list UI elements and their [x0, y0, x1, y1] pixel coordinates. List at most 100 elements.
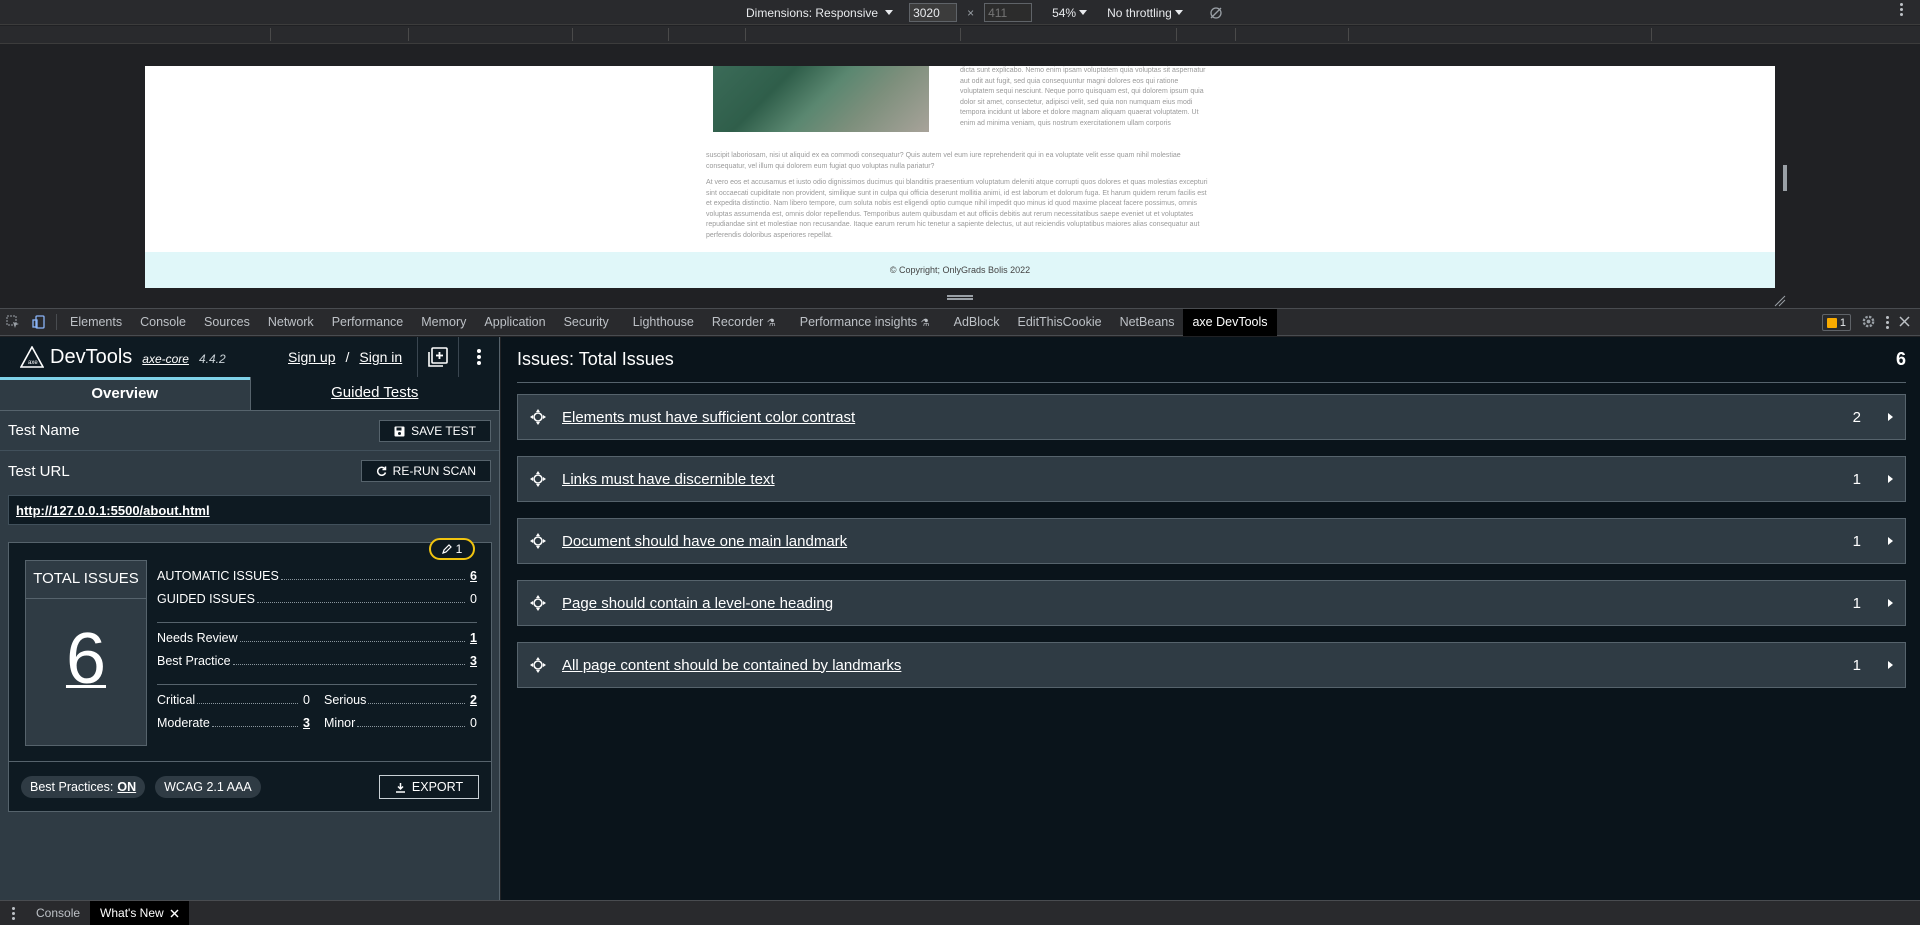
axe-tabs: Overview Guided Tests — [0, 377, 499, 411]
resize-handle-bottom[interactable] — [947, 295, 973, 300]
highlight-target-icon[interactable] — [518, 395, 558, 439]
throttle-dropdown[interactable]: No throttling — [1107, 6, 1183, 20]
highlight-target-icon[interactable] — [518, 457, 558, 501]
page-image — [713, 66, 929, 132]
stat-value[interactable]: 3 — [469, 654, 477, 668]
chevron-right-icon — [1875, 599, 1905, 607]
customize-menu-icon[interactable] — [1886, 316, 1889, 329]
pencil-icon — [441, 544, 452, 554]
issues-panel: Issues: Total Issues 6 Elements must hav… — [501, 337, 1920, 900]
tab-axe-devtools[interactable]: axe DevTools — [1183, 308, 1277, 336]
tab-lighthouse[interactable]: Lighthouse — [624, 309, 703, 336]
height-input[interactable] — [984, 3, 1033, 22]
tab-application[interactable]: Application — [475, 309, 554, 336]
close-icon[interactable] — [170, 909, 179, 918]
test-url-label: Test URL — [8, 462, 70, 480]
issues-badge[interactable]: 1 — [1821, 314, 1851, 331]
drawer-tab-console[interactable]: Console — [26, 901, 90, 925]
page-text-right: dicta sunt explicabo. Nemo enim ipsam vo… — [960, 67, 1206, 127]
inspect-element-icon[interactable] — [0, 309, 26, 335]
stat-moderate: Moderate 3 — [157, 716, 310, 739]
issue-title[interactable]: Page should contain a level-one heading — [558, 595, 1841, 612]
settings-gear-icon[interactable] — [1861, 314, 1876, 332]
tab-memory[interactable]: Memory — [412, 309, 475, 336]
tab-editthiscookie[interactable]: EditThisCookie — [1009, 309, 1111, 336]
resize-handle-right[interactable] — [1783, 165, 1787, 191]
tab-netbeans[interactable]: NetBeans — [1111, 309, 1184, 336]
stat-guided: GUIDED ISSUES 0 — [157, 592, 477, 615]
issue-stats: AUTOMATIC ISSUES 6 GUIDED ISSUES 0 Needs R… — [157, 569, 477, 739]
issue-row[interactable]: Document should have one main landmark 1 — [517, 518, 1906, 564]
test-url-link[interactable]: http://127.0.0.1:5500/about.html — [16, 503, 210, 518]
device-toolbar: Dimensions: Responsive × 54% No throttli… — [0, 0, 1920, 25]
wcag-pill[interactable]: WCAG 2.1 AAA — [155, 775, 261, 798]
rerun-scan-button[interactable]: RE-RUN SCAN — [360, 460, 491, 482]
tab-network[interactable]: Network — [259, 309, 323, 336]
tab-recorder[interactable]: Recorder ⚗ — [703, 309, 785, 336]
save-test-label: SAVE TEST — [411, 424, 476, 438]
tab-adblock[interactable]: AdBlock — [945, 309, 1009, 336]
stat-label: Minor — [324, 716, 356, 730]
dimensions-dropdown[interactable]: Dimensions: Responsive — [746, 6, 894, 20]
more-options-icon[interactable] — [1898, 3, 1904, 16]
stat-label: Best Practice — [157, 654, 231, 668]
stat-value[interactable]: 2 — [469, 693, 477, 707]
issue-row[interactable]: Links must have discernible text 1 — [517, 456, 1906, 502]
best-practices-pill[interactable]: Best Practices: ON — [21, 775, 146, 798]
stat-needs-review: Needs Review 1 — [157, 631, 477, 654]
issue-title[interactable]: Document should have one main landmark — [558, 533, 1841, 550]
stat-value: 0 — [470, 716, 477, 730]
pencil-badge[interactable]: 1 — [429, 538, 475, 560]
stat-value[interactable]: 3 — [302, 716, 310, 730]
tab-console[interactable]: Console — [131, 309, 195, 336]
tab-security[interactable]: Security — [555, 309, 618, 336]
issues-count: 1 — [1839, 316, 1846, 329]
issue-row[interactable]: All page content should be contained by … — [517, 642, 1906, 688]
sign-up-link[interactable]: Sign up — [288, 349, 335, 365]
test-url-row: Test URL RE-RUN SCAN — [0, 451, 499, 491]
stat-label: GUIDED ISSUES — [157, 592, 255, 606]
tab-performance[interactable]: Performance — [323, 309, 413, 336]
device-toggle-icon[interactable] — [26, 309, 52, 335]
issue-row[interactable]: Page should contain a level-one heading … — [517, 580, 1906, 626]
issues-header: Issues: Total Issues 6 — [517, 337, 1906, 383]
axe-core-link[interactable]: axe-core — [142, 352, 189, 366]
media-query-ruler — [0, 26, 1920, 44]
highlight-target-icon[interactable] — [518, 581, 558, 625]
tab-guided-tests[interactable]: Guided Tests — [249, 377, 499, 411]
zoom-label: 54% — [1052, 5, 1077, 20]
test-url-field[interactable]: http://127.0.0.1:5500/about.html — [8, 495, 491, 525]
tab-elements[interactable]: Elements — [61, 309, 131, 336]
drawer-menu-icon[interactable] — [0, 906, 26, 920]
highlight-target-icon[interactable] — [518, 643, 558, 687]
throttle-label: No throttling — [1107, 5, 1172, 20]
stat-value[interactable]: 1 — [469, 631, 477, 645]
issue-row[interactable]: Elements must have sufficient color cont… — [517, 394, 1906, 440]
download-icon — [395, 782, 405, 793]
sign-in-link[interactable]: Sign in — [359, 349, 402, 365]
close-icon[interactable] — [1899, 315, 1910, 330]
drawer-tab-whats-new[interactable]: What's New — [90, 901, 189, 925]
rotate-icon[interactable] — [1209, 6, 1223, 20]
axe-menu-icon[interactable] — [458, 337, 498, 377]
tab-overview[interactable]: Overview — [0, 377, 250, 411]
highlight-target-icon[interactable] — [518, 519, 558, 563]
axe-logo: axe DevTools axe-core 4.4.2 — [20, 346, 226, 369]
best-practices-value[interactable]: ON — [117, 780, 136, 794]
tab-sources[interactable]: Sources — [195, 309, 259, 336]
resize-corner-icon[interactable] — [1774, 294, 1786, 307]
export-button[interactable]: EXPORT — [379, 775, 479, 799]
pencil-count: 1 — [455, 542, 463, 556]
total-issues-count[interactable]: 6 — [26, 599, 146, 719]
width-input[interactable] — [909, 3, 958, 22]
save-test-button[interactable]: SAVE TEST — [379, 420, 491, 442]
issue-title[interactable]: Elements must have sufficient color cont… — [558, 409, 1841, 426]
tab-performance-insights[interactable]: Performance insights ⚗ — [791, 309, 939, 336]
drawer-tab-whats-new-label: What's New — [100, 906, 164, 920]
new-test-icon[interactable] — [417, 337, 457, 377]
issue-title[interactable]: Links must have discernible text — [558, 471, 1841, 488]
responsive-viewport: dicta sunt explicabo. Nemo enim ipsam vo… — [0, 45, 1920, 308]
issue-title[interactable]: All page content should be contained by … — [558, 657, 1841, 674]
stat-value[interactable]: 6 — [469, 569, 477, 583]
zoom-dropdown[interactable]: 54% — [1052, 5, 1088, 20]
